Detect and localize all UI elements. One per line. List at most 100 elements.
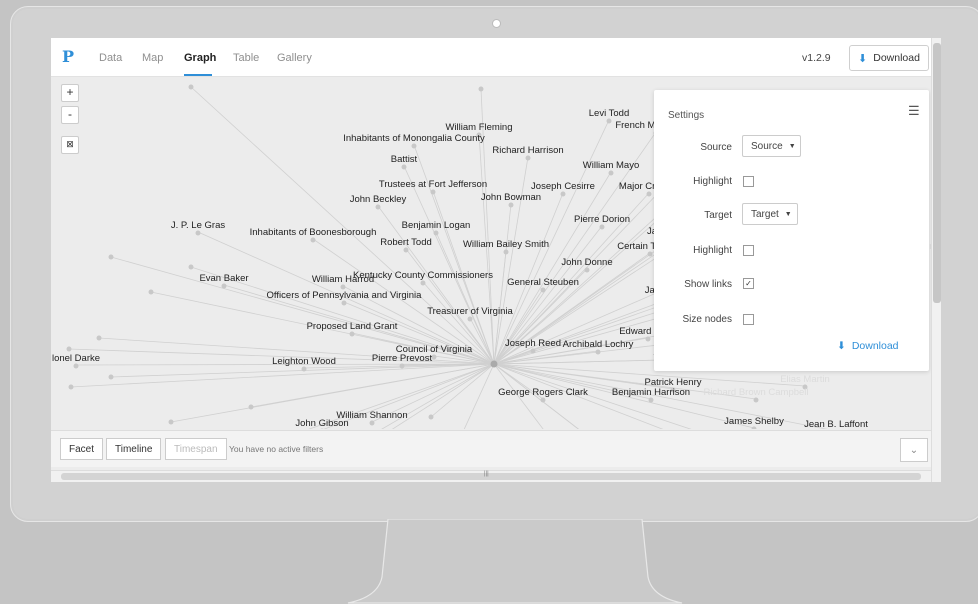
graph-node[interactable] — [606, 118, 612, 124]
graph-node-label[interactable]: James Shelby — [724, 416, 784, 427]
graph-node-label[interactable]: William Fleming — [445, 122, 512, 133]
graph-node[interactable] — [310, 237, 316, 243]
show-links-checkbox[interactable]: ✓ — [743, 278, 754, 289]
graph-node-label[interactable]: Trustees at Fort Jefferson — [379, 179, 487, 190]
graph-node-label[interactable]: Joseph Reed — [505, 338, 561, 349]
graph-node[interactable] — [540, 287, 546, 293]
graph-node[interactable] — [73, 363, 79, 369]
graph-node-label[interactable]: Officers of Pennsylvania and Virginia — [267, 290, 423, 301]
graph-node-label[interactable]: Elias Martin — [780, 374, 830, 385]
graph-node[interactable] — [420, 280, 426, 286]
graph-node[interactable] — [503, 249, 509, 255]
timeline-button[interactable]: Timeline — [106, 438, 162, 460]
facet-button[interactable]: Facet — [60, 438, 104, 460]
graph-node[interactable] — [375, 204, 381, 210]
tab-table[interactable]: Table — [233, 52, 259, 64]
graph-node[interactable] — [188, 264, 194, 270]
graph-node[interactable] — [525, 155, 531, 161]
graph-node[interactable] — [540, 397, 546, 403]
graph-node[interactable] — [428, 414, 434, 420]
graph-node[interactable] — [430, 189, 436, 195]
graph-node[interactable] — [108, 374, 114, 380]
graph-node-label[interactable]: Proposed Land Grant — [307, 321, 398, 332]
graph-node[interactable] — [248, 404, 254, 410]
graph-node[interactable] — [369, 420, 375, 426]
tab-gallery[interactable]: Gallery — [277, 52, 312, 64]
graph-node-label[interactable]: General Steuben — [507, 277, 579, 288]
graph-node-label[interactable]: Treasurer of Virginia — [427, 306, 513, 317]
graph-node[interactable] — [96, 335, 102, 341]
graph-node-label[interactable]: John Gibson — [295, 418, 348, 429]
graph-node[interactable] — [608, 170, 614, 176]
target-select[interactable]: Target ▼ — [742, 203, 798, 225]
graph-node-label[interactable]: Benjamin Logan — [402, 220, 471, 231]
target-highlight-checkbox[interactable] — [743, 245, 754, 256]
graph-node-label[interactable]: Battist — [391, 154, 418, 165]
graph-node[interactable] — [401, 164, 407, 170]
size-nodes-checkbox[interactable] — [743, 314, 754, 325]
graph-node-label[interactable]: Jean B. Laffont — [804, 419, 868, 429]
graph-node[interactable] — [646, 191, 652, 197]
graph-node[interactable] — [648, 397, 654, 403]
horizontal-scroll-thumb[interactable] — [61, 473, 921, 480]
hamburger-icon[interactable]: ☰ — [908, 103, 920, 119]
graph-node[interactable] — [301, 366, 307, 372]
graph-node[interactable] — [403, 247, 409, 253]
horizontal-scrollbar[interactable]: ||| — [51, 470, 931, 482]
graph-node-label[interactable]: Pierre Prevost — [372, 353, 433, 364]
graph-node[interactable] — [108, 254, 114, 260]
graph-node-label[interactable]: J. P. Le Gras — [171, 220, 225, 231]
graph-node[interactable] — [188, 84, 194, 90]
graph-node-label[interactable]: Inhabitants of Boonesborough — [250, 227, 377, 238]
graph-node[interactable] — [645, 336, 651, 342]
download-button[interactable]: ⬇ Download — [849, 45, 929, 71]
graph-node[interactable] — [647, 251, 653, 257]
graph-node-label[interactable]: William Bailey Smith — [463, 239, 549, 250]
fit-screen-icon[interactable]: ⊠ — [61, 136, 79, 154]
tab-data[interactable]: Data — [99, 52, 122, 64]
graph-node[interactable] — [168, 419, 174, 425]
zoom-in-button[interactable]: + — [61, 84, 79, 102]
graph-node[interactable] — [195, 230, 201, 236]
vertical-scroll-thumb[interactable] — [933, 43, 941, 303]
graph-node-label[interactable]: William Harrod — [312, 274, 374, 285]
graph-node-label[interactable]: John Beckley — [350, 194, 407, 205]
graph-node[interactable] — [584, 267, 590, 273]
zoom-out-button[interactable]: - — [61, 106, 79, 124]
tab-graph[interactable]: Graph — [184, 52, 216, 64]
source-highlight-checkbox[interactable] — [743, 176, 754, 187]
timespan-button[interactable]: Timespan — [165, 438, 227, 460]
graph-node-label[interactable]: Robert Todd — [380, 237, 432, 248]
graph-node[interactable] — [148, 289, 154, 295]
graph-node[interactable] — [340, 284, 346, 290]
graph-node[interactable] — [221, 283, 227, 289]
graph-node-label[interactable]: lonel Darke — [52, 353, 100, 364]
graph-node[interactable] — [753, 397, 759, 403]
graph-node[interactable] — [530, 348, 536, 354]
graph-node[interactable] — [478, 86, 484, 92]
graph-node[interactable] — [560, 191, 566, 197]
graph-node[interactable] — [599, 224, 605, 230]
expand-filters-button[interactable]: ⌄ — [900, 438, 928, 462]
graph-node[interactable] — [349, 331, 355, 337]
graph-node[interactable] — [433, 230, 439, 236]
graph-node[interactable] — [467, 316, 473, 322]
vertical-scrollbar[interactable] — [931, 38, 941, 482]
graph-node[interactable] — [68, 384, 74, 390]
graph-node-label[interactable]: William Mayo — [583, 160, 639, 171]
settings-download-button[interactable]: ⬇ Download — [837, 340, 899, 352]
graph-node[interactable] — [595, 349, 601, 355]
graph-node-label[interactable]: Evan Baker — [199, 273, 248, 284]
graph-node[interactable] — [399, 363, 405, 369]
graph-node[interactable] — [341, 300, 347, 306]
graph-node-label[interactable]: Benjamin Harrison — [612, 387, 690, 398]
graph-hub-node[interactable] — [490, 360, 498, 368]
graph-node-label[interactable]: Joseph Cesirre — [531, 181, 595, 192]
graph-node-label[interactable]: Inhabitants of Monongalia County — [343, 133, 485, 144]
app-logo[interactable]: P — [62, 47, 74, 66]
graph-node[interactable] — [66, 346, 72, 352]
graph-node-label[interactable]: Leighton Wood — [272, 356, 336, 367]
tab-map[interactable]: Map — [142, 52, 163, 64]
graph-node-label[interactable]: Richard Brown Campbell — [703, 387, 808, 398]
graph-node-label[interactable]: Richard Harrison — [492, 145, 563, 156]
